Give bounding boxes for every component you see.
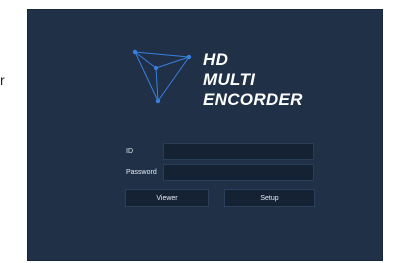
- background-text-fragment: r: [0, 72, 5, 88]
- title-line-1: HD: [203, 50, 229, 69]
- prism-logo-icon: [132, 49, 192, 104]
- password-input[interactable]: [163, 164, 314, 181]
- login-panel: HD MULTI ENCORDER ID Password Viewer Set…: [27, 9, 383, 261]
- viewer-button[interactable]: Viewer: [125, 189, 209, 207]
- logo: HD MULTI ENCORDER: [127, 46, 307, 126]
- id-input[interactable]: [163, 143, 314, 160]
- id-label: ID: [126, 148, 133, 155]
- title-line-3: ENCORDER: [203, 90, 303, 109]
- title-line-2: MULTI: [203, 70, 256, 89]
- password-label: Password: [126, 169, 157, 176]
- product-title: HD MULTI ENCORDER: [203, 50, 303, 110]
- setup-button[interactable]: Setup: [224, 189, 315, 207]
